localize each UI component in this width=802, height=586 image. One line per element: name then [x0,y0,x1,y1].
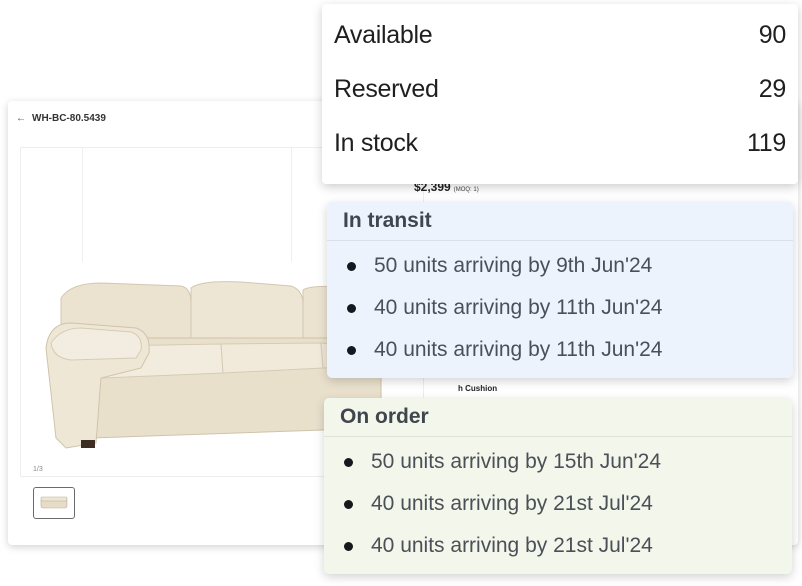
in-transit-list: 50 units arriving by 9th Jun'24 40 units… [327,241,793,371]
stock-value: 90 [758,20,787,49]
stock-value: 119 [747,128,786,157]
arrow-left-icon[interactable]: ← [16,113,26,124]
list-item: 40 units arriving by 21st Jul'24 [324,483,792,525]
list-item-text: 50 units arriving by 15th Jun'24 [371,450,662,473]
stock-label: In stock [334,128,418,157]
stock-row-available: Available 90 [334,17,786,53]
image-counter: 1/3 [33,466,43,473]
list-item-text: 40 units arriving by 11th Jun'24 [374,338,663,361]
product-sku: WH-BC-80.5439 [32,112,106,124]
stock-label: Available [334,20,433,49]
thumbnail-image[interactable] [33,487,75,519]
stock-value: 29 [758,74,787,103]
product-detail-snippet: h Cushion [458,384,498,393]
list-item-text: 50 units arriving by 9th Jun'24 [374,254,653,277]
on-order-card: On order 50 units arriving by 15th Jun'2… [324,398,792,574]
bullet-icon [344,541,353,551]
bullet-icon [347,303,356,313]
list-item: 40 units arriving by 11th Jun'24 [327,287,793,329]
price-note: (MOQ: 1) [453,187,479,193]
list-item-text: 40 units arriving by 11th Jun'24 [374,296,663,319]
list-item: 50 units arriving by 15th Jun'24 [324,441,792,483]
stock-label: Reserved [334,74,439,103]
list-item: 50 units arriving by 9th Jun'24 [327,245,793,287]
on-order-list: 50 units arriving by 15th Jun'24 40 unit… [324,437,792,567]
list-item: 40 units arriving by 11th Jun'24 [327,329,793,371]
in-transit-title: In transit [327,202,793,241]
stock-summary-card: Available 90 Reserved 29 In stock 119 [322,4,798,184]
bullet-icon [344,457,353,467]
list-item-text: 40 units arriving by 21st Jul'24 [371,534,653,557]
in-transit-card: In transit 50 units arriving by 9th Jun'… [327,202,793,378]
back-link[interactable]: ← WH-BC-80.5439 [16,111,106,125]
list-item-text: 40 units arriving by 21st Jul'24 [371,492,653,515]
stock-row-in-stock: In stock 119 [334,125,786,161]
bullet-icon [344,499,353,509]
list-item: 40 units arriving by 21st Jul'24 [324,525,792,567]
bullet-icon [347,261,356,271]
on-order-title: On order [324,398,792,437]
bullet-icon [347,345,356,355]
sofa-thumbnail-icon [40,496,68,509]
stock-row-reserved: Reserved 29 [334,71,786,107]
